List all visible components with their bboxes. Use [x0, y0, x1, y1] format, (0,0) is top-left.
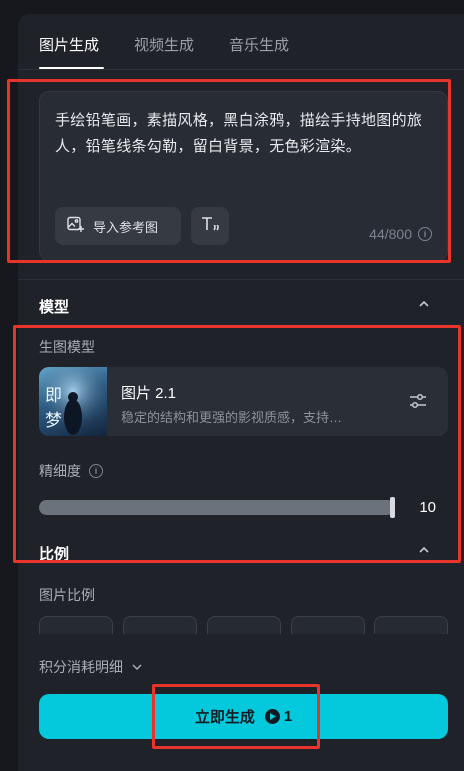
- counter-text: 44/800: [369, 226, 412, 242]
- prompt-input-box[interactable]: 手绘铅笔画，素描风格，黑白涂鸦，描绘手持地图的旅人，铅笔线条勾勒，留白背景，无色…: [39, 91, 448, 261]
- text-format-button[interactable]: [191, 207, 229, 245]
- prompt-textarea[interactable]: 手绘铅笔画，素描风格，黑白涂鸦，描绘手持地图的旅人，铅笔线条勾勒，留白背景，无色…: [55, 108, 435, 160]
- ratio-option[interactable]: [123, 616, 197, 634]
- ratio-option[interactable]: [374, 616, 448, 634]
- detail-level-label-row: 精细度 i: [39, 461, 103, 481]
- import-reference-button[interactable]: 导入参考图: [55, 207, 181, 245]
- tabs-divider: [18, 69, 464, 70]
- section-divider: [18, 279, 464, 280]
- chevron-up-icon[interactable]: [418, 298, 430, 310]
- settings-sliders-icon[interactable]: [408, 391, 428, 411]
- detail-level-slider[interactable]: [39, 500, 395, 515]
- cost-details-label: 积分消耗明细: [39, 659, 123, 675]
- ratio-options-row: [39, 616, 448, 634]
- ratio-option[interactable]: [39, 616, 113, 634]
- chevron-down-icon: [132, 664, 142, 671]
- model-section-title: 模型: [39, 299, 70, 316]
- detail-level-label: 精细度: [39, 463, 81, 479]
- ratio-section-title: 比例: [39, 546, 70, 563]
- coin-icon: [264, 709, 280, 724]
- image-import-icon: [67, 216, 84, 236]
- slider-handle[interactable]: [390, 497, 395, 518]
- cost-details-toggle[interactable]: 积分消耗明细: [39, 657, 143, 677]
- detail-level-value: 10: [419, 499, 436, 516]
- tab-image-generation[interactable]: 图片生成: [39, 34, 99, 55]
- ratio-option[interactable]: [207, 616, 281, 634]
- generate-cost-value: 1: [283, 708, 293, 725]
- generate-button[interactable]: 立即生成 1: [39, 694, 448, 739]
- info-icon[interactable]: i: [418, 227, 432, 241]
- model-sub-label: 生图模型: [39, 339, 95, 355]
- chevron-up-icon[interactable]: [418, 544, 430, 556]
- text-format-icon: [200, 215, 220, 238]
- tab-video-generation[interactable]: 视频生成: [134, 34, 194, 55]
- import-reference-label: 导入参考图: [93, 219, 159, 235]
- model-description: 稳定的结构和更强的影视质感，支持…: [121, 410, 343, 425]
- thumbnail-logo-text: 即 梦: [45, 386, 76, 430]
- generation-panel: 图片生成 视频生成 音乐生成 手绘铅笔画，素描风格，黑白涂鸦，描绘手持地图的旅人…: [18, 14, 464, 771]
- model-selector-card[interactable]: 即 梦 图片 2.1 稳定的结构和更强的影视质感，支持…: [39, 367, 448, 436]
- ratio-sub-label: 图片比例: [39, 587, 95, 603]
- model-name: 图片 2.1: [121, 385, 177, 402]
- generate-label: 立即生成: [194, 709, 255, 726]
- model-thumbnail: 即 梦: [39, 367, 107, 436]
- info-icon[interactable]: i: [89, 464, 103, 478]
- tab-music-generation[interactable]: 音乐生成: [229, 34, 289, 55]
- generate-cost: 1: [264, 708, 293, 725]
- ratio-option[interactable]: [291, 616, 365, 634]
- character-counter: 44/800 i: [369, 226, 432, 242]
- tab-bar: 图片生成 视频生成 音乐生成: [18, 14, 464, 70]
